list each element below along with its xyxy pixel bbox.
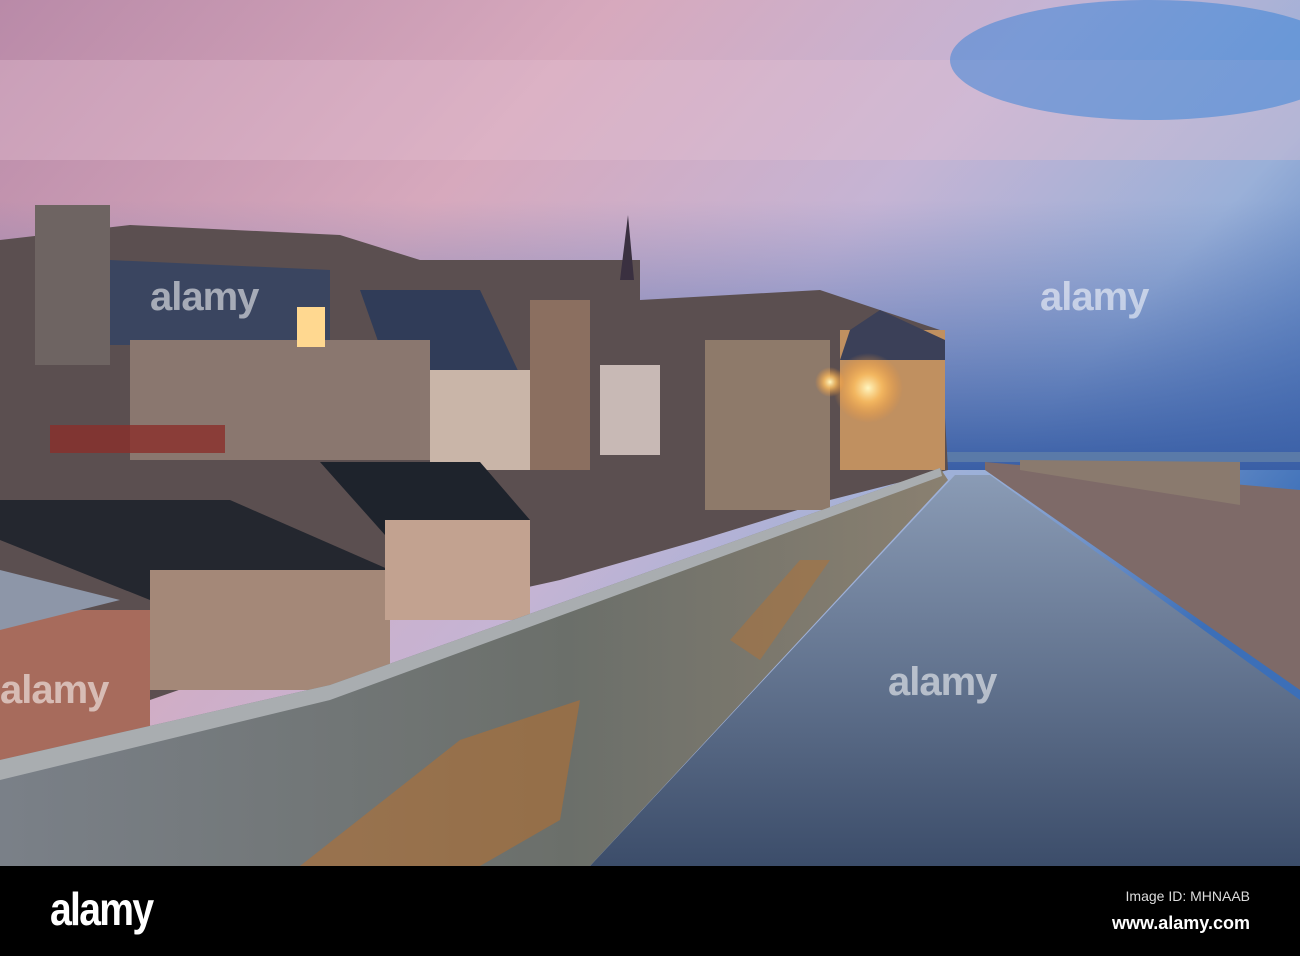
watermark: alamy — [1040, 275, 1149, 319]
alamy-logo: alamy — [50, 883, 154, 935]
watermark: alamy — [150, 275, 259, 319]
site-url: www.alamy.com — [1111, 913, 1250, 933]
watermark: alamy — [888, 660, 997, 704]
photo-saint-malo-rampart-walk — [0, 0, 1300, 866]
footer-bar: alamy Image ID: MHNAAB www.alamy.com — [0, 866, 1300, 956]
image-id: Image ID: MHNAAB — [1125, 888, 1250, 904]
watermark: alamy — [0, 668, 109, 712]
